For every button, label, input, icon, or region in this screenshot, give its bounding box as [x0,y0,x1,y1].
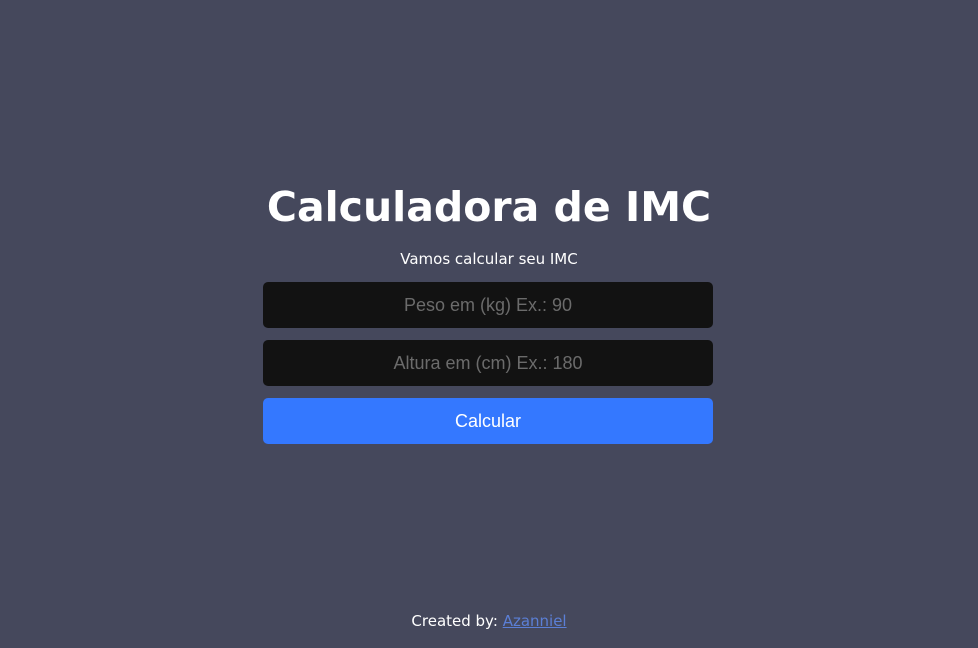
page-title: Calculadora de IMC [266,183,712,231]
page-container: Calculadora de IMC Vamos calcular seu IM… [0,0,978,648]
height-input[interactable] [263,340,713,386]
author-link[interactable]: Azanniel [503,612,567,630]
calculate-button[interactable]: Calcular [263,398,713,444]
weight-input[interactable] [263,282,713,328]
footer-created-by-label: Created by: [411,612,498,630]
footer: Created by: Azanniel [0,611,978,631]
page-subtitle: Vamos calcular seu IMC [400,250,578,268]
